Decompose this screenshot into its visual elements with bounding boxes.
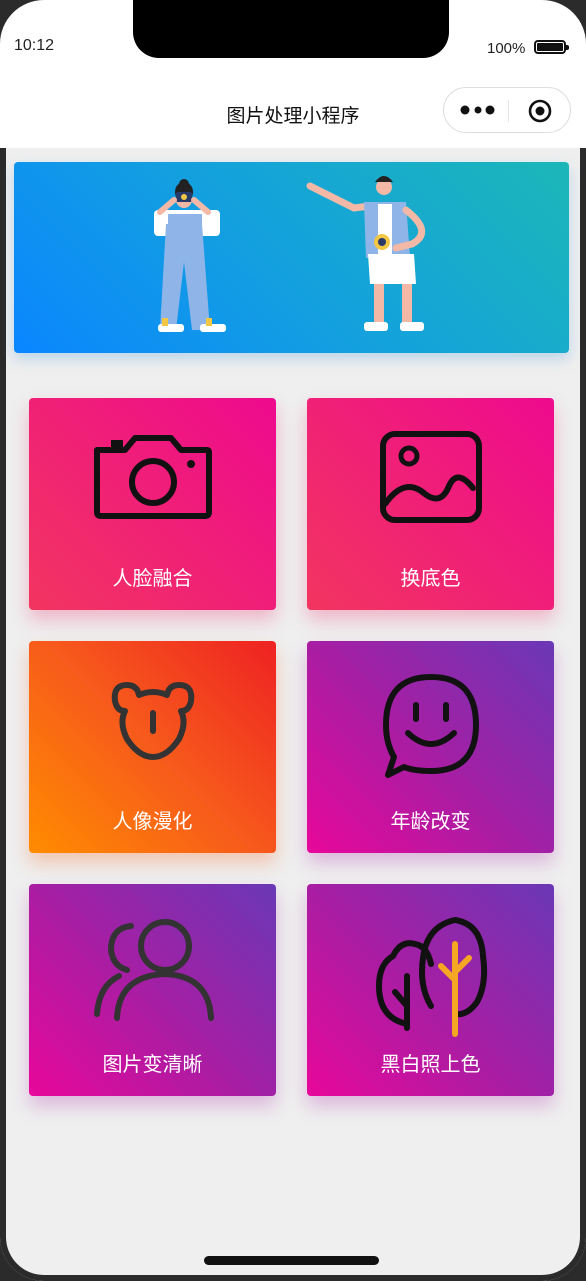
feature-label: 人脸融合 [112, 566, 193, 590]
feature-card-age-change[interactable]: 年龄改变 [307, 641, 554, 853]
status-bar: 10:12 100% [0, 0, 586, 80]
image-icon [379, 431, 482, 523]
nav-bar: 图片处理小程序 [0, 80, 586, 148]
woman-photographer-figure [154, 179, 226, 332]
bear-icon [111, 682, 194, 760]
miniprogram-capsule [443, 87, 571, 133]
feature-card-photo-sharpen[interactable]: 图片变清晰 [29, 884, 276, 1096]
users-icon [93, 919, 214, 1021]
phone-screen: 10:12 100% 图片处理小程序 人脸融合 换底色 人像漫化 年龄改变 图片… [0, 0, 586, 1281]
battery-percent: 100% [487, 40, 526, 57]
feature-card-change-background[interactable]: 换底色 [307, 398, 554, 610]
capsule-divider [508, 100, 509, 122]
feature-label: 年龄改变 [390, 809, 471, 833]
more-icon[interactable] [460, 102, 498, 118]
feature-card-face-fusion[interactable]: 人脸融合 [29, 398, 276, 610]
feature-label: 图片变清晰 [102, 1052, 203, 1076]
smile-chat-icon [382, 674, 479, 778]
home-indicator[interactable] [204, 1256, 379, 1265]
feature-label: 黑白照上色 [380, 1052, 481, 1076]
status-time: 10:12 [14, 37, 55, 54]
feature-card-colorize[interactable]: 黑白照上色 [307, 884, 554, 1096]
battery-icon [534, 40, 569, 54]
feature-card-portrait-cartoon[interactable]: 人像漫化 [29, 641, 276, 853]
man-pointing-figure [306, 176, 425, 331]
photographers-illustration [154, 176, 425, 332]
close-miniprogram-icon[interactable] [528, 99, 552, 123]
feature-label: 换底色 [400, 566, 461, 590]
camera-icon [93, 435, 212, 519]
device-notch [133, 0, 449, 58]
feature-label: 人像漫化 [112, 809, 193, 833]
trees-icon [375, 916, 487, 1037]
banner[interactable] [14, 162, 569, 353]
